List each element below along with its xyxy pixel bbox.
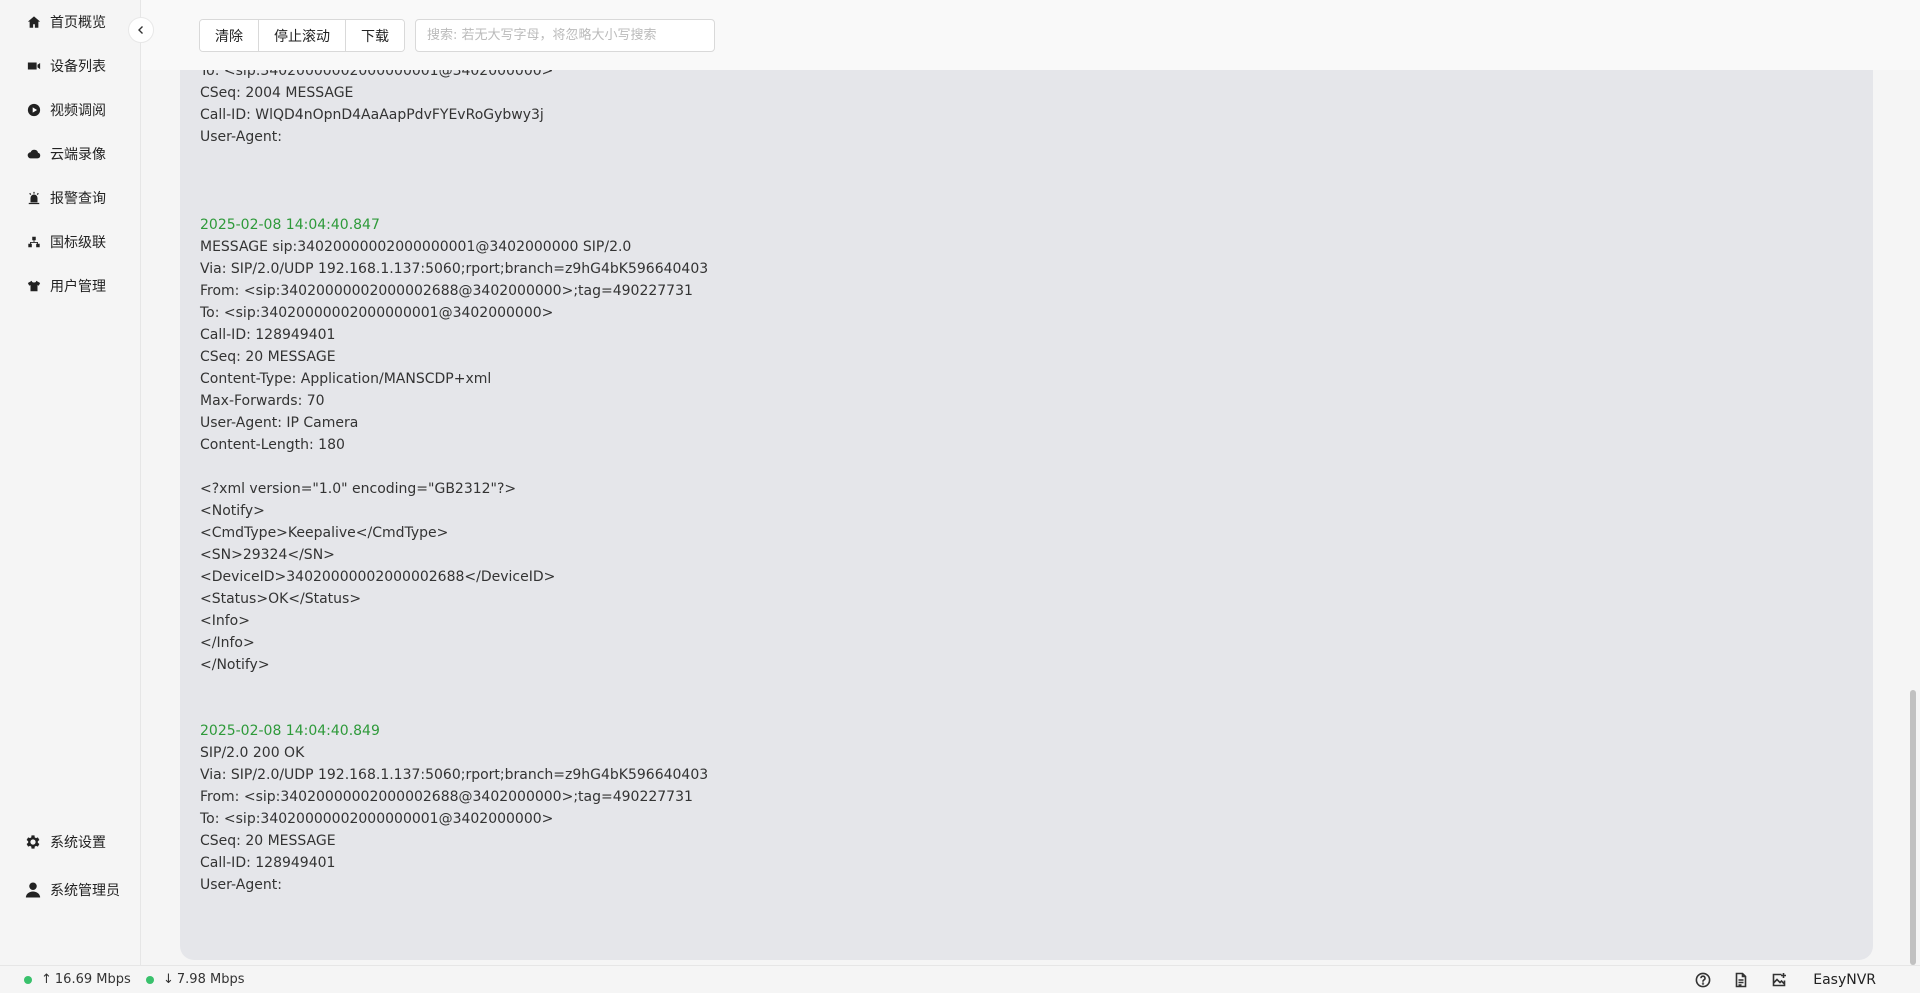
log-line: From: <sip:34020000002000002688@34020000…	[200, 283, 693, 299]
camera-icon	[27, 59, 41, 73]
log-line: <CmdType>Keepalive</CmdType>	[200, 525, 449, 541]
log-line: CSeq: 2004 MESSAGE	[200, 85, 354, 101]
home-icon	[27, 15, 41, 29]
sidebar-item-settings[interactable]: 系统设置	[0, 818, 140, 866]
sidebar-item-label: 用户管理	[50, 279, 106, 295]
sidebar-item-devices[interactable]: 设备列表	[0, 44, 140, 88]
sidebar-item-users[interactable]: 用户管理	[0, 264, 140, 308]
log-panel[interactable]: To: <sip:34020000002000000001@3402000000…	[180, 0, 1873, 960]
log-line: Content-Type: Application/MANSCDP+xml	[200, 371, 492, 387]
log-line: </Notify>	[200, 657, 270, 673]
log-content: To: <sip:34020000002000000001@3402000000…	[200, 60, 1850, 896]
sidebar-item-cloud-record[interactable]: 云端录像	[0, 132, 140, 176]
status-dot	[146, 975, 154, 984]
status-dot	[24, 975, 32, 984]
scrollbar-thumb[interactable]	[1910, 690, 1916, 965]
play-icon	[27, 103, 41, 117]
gear-icon	[24, 833, 42, 851]
log-line: <SN>29324</SN>	[200, 547, 335, 563]
page-scrollbar[interactable]	[1906, 0, 1920, 965]
sidebar-item-label: 视频调阅	[50, 103, 106, 119]
sidebar-item-overview[interactable]: 首页概览	[0, 0, 140, 44]
upload-speed-value: 16.69 Mbps	[54, 972, 131, 987]
cloud-icon	[27, 147, 41, 161]
log-line: </Info>	[200, 635, 255, 651]
alarm-icon	[27, 191, 41, 205]
log-spacer	[200, 676, 1850, 720]
log-line: Via: SIP/2.0/UDP 192.168.1.137:5060;rpor…	[200, 261, 709, 277]
download-button[interactable]: 下载	[346, 20, 404, 51]
search-input[interactable]	[415, 19, 715, 52]
download-speed-value: 7.98 Mbps	[176, 972, 245, 987]
sidebar-item-label: 系统设置	[50, 835, 106, 851]
sidebar: 首页概览 设备列表 视频调阅 云端录像 报警查询 国标级联 用户管理 系统设置 …	[0, 0, 141, 965]
log-line: <DeviceID>34020000002000002688</DeviceID…	[200, 569, 556, 585]
document-icon[interactable]	[1733, 972, 1749, 988]
log-line: From: <sip:34020000002000002688@34020000…	[200, 789, 693, 805]
log-line: <Info>	[200, 613, 250, 629]
brand-label: EasyNVR	[1813, 972, 1876, 988]
status-bar: ↑ 16.69 Mbps ↓ 7.98 Mbps EasyNVR	[0, 965, 1920, 993]
image-add-icon[interactable]	[1771, 972, 1787, 988]
log-line: Call-ID: 128949401	[200, 327, 336, 343]
log-line: CSeq: 20 MESSAGE	[200, 349, 336, 365]
sidebar-item-alarm[interactable]: 报警查询	[0, 176, 140, 220]
sidebar-item-label: 设备列表	[50, 59, 106, 75]
log-line: Call-ID: WlQD4nOpnD4AaAapPdvFYEvRoGybwy3…	[200, 107, 544, 123]
upload-speed: ↑ 16.69 Mbps	[24, 972, 131, 987]
sidebar-item-label: 国标级联	[50, 235, 106, 251]
sidebar-item-label: 报警查询	[50, 191, 106, 207]
log-line: To: <sip:34020000002000000001@3402000000…	[200, 305, 554, 321]
sidebar-item-label: 云端录像	[50, 147, 106, 163]
log-line: <?xml version="1.0" encoding="GB2312"?>	[200, 481, 517, 497]
sidebar-item-admin[interactable]: 系统管理员	[0, 866, 140, 914]
log-line: <Notify>	[200, 503, 265, 519]
log-line: User-Agent:	[200, 877, 282, 893]
arrow-down-icon: ↓	[163, 972, 174, 987]
log-line: Max-Forwards: 70	[200, 393, 325, 409]
log-line: <Status>OK</Status>	[200, 591, 362, 607]
sidebar-bottom-nav: 系统设置 系统管理员	[0, 818, 140, 914]
status-actions: EasyNVR	[1695, 966, 1920, 993]
log-timestamp: 2025-02-08 14:04:40.849	[200, 723, 380, 739]
clear-button[interactable]: 清除	[200, 20, 259, 51]
sidebar-collapse-button[interactable]	[128, 17, 154, 43]
stop-scroll-button[interactable]: 停止滚动	[259, 20, 346, 51]
toolbar-button-group: 清除 停止滚动 下载	[199, 19, 405, 52]
sidebar-item-label: 首页概览	[50, 15, 106, 31]
log-line: User-Agent: IP Camera	[200, 415, 359, 431]
shirt-icon	[27, 279, 41, 293]
sidebar-item-video[interactable]: 视频调阅	[0, 88, 140, 132]
arrow-up-icon: ↑	[41, 972, 52, 987]
log-line: User-Agent:	[200, 129, 282, 145]
log-line: CSeq: 20 MESSAGE	[200, 833, 336, 849]
log-timestamp: 2025-02-08 14:04:40.847	[200, 217, 380, 233]
log-line: MESSAGE sip:34020000002000000001@3402000…	[200, 239, 632, 255]
log-line: SIP/2.0 200 OK	[200, 745, 305, 761]
sidebar-nav: 首页概览 设备列表 视频调阅 云端录像 报警查询 国标级联 用户管理	[0, 0, 140, 308]
log-spacer	[200, 456, 1850, 478]
app-root: 首页概览 设备列表 视频调阅 云端录像 报警查询 国标级联 用户管理 系统设置 …	[0, 0, 1920, 993]
log-line: Call-ID: 128949401	[200, 855, 336, 871]
help-icon[interactable]	[1695, 972, 1711, 988]
log-line: To: <sip:34020000002000000001@3402000000…	[200, 811, 554, 827]
chevron-left-icon	[138, 26, 143, 34]
cascade-icon	[27, 235, 41, 249]
download-speed: ↓ 7.98 Mbps	[146, 972, 244, 987]
log-toolbar: 清除 停止滚动 下载	[141, 0, 1920, 70]
user-icon	[24, 881, 42, 899]
sidebar-item-cascade[interactable]: 国标级联	[0, 220, 140, 264]
log-line: Content-Length: 180	[200, 437, 345, 453]
sidebar-item-label: 系统管理员	[50, 883, 120, 899]
log-line: Via: SIP/2.0/UDP 192.168.1.137:5060;rpor…	[200, 767, 709, 783]
log-spacer	[200, 148, 1850, 214]
